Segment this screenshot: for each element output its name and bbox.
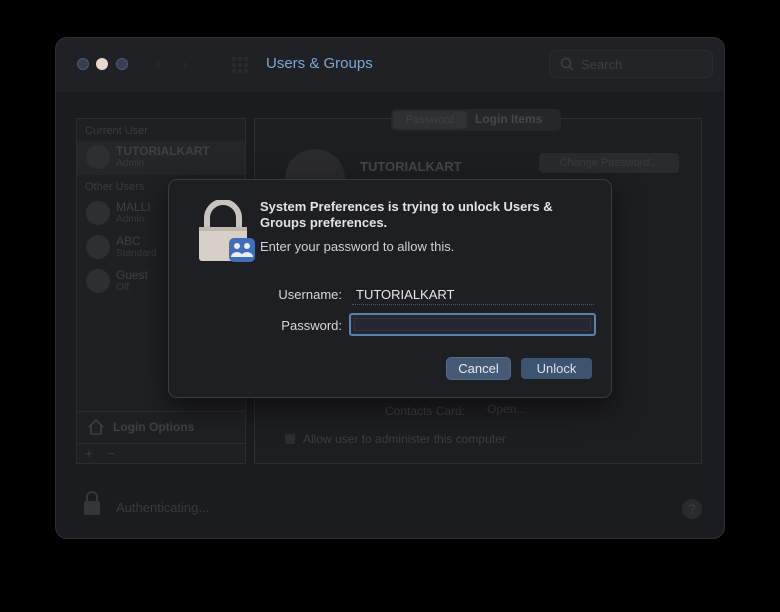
cancel-button[interactable]: Cancel (447, 358, 510, 379)
zoom-button[interactable] (116, 58, 128, 70)
admin-checkbox[interactable]: Allow user to administer this computer (285, 432, 506, 446)
contacts-card-label: Contacts Card: (385, 404, 466, 418)
show-all-grid-icon[interactable] (232, 57, 248, 73)
lock-icon[interactable] (82, 490, 102, 516)
title-bar: ‹ › Users & Groups Search (56, 38, 724, 92)
add-remove-bar: + − (77, 443, 245, 463)
minimize-button[interactable] (96, 58, 108, 70)
window-title: Users & Groups (266, 55, 373, 72)
remove-user-button[interactable]: − (107, 446, 115, 461)
login-options-label: Login Options (113, 420, 195, 434)
avatar (86, 201, 110, 225)
avatar (86, 235, 110, 259)
tab-password[interactable]: Password (393, 111, 467, 129)
tab-control: Password Login Items (391, 109, 561, 131)
user-name: TUTORIALKART (116, 144, 210, 158)
username-field[interactable] (352, 285, 594, 305)
admin-checkbox-label: Allow user to administer this computer (303, 432, 506, 446)
add-user-button[interactable]: + (85, 446, 93, 461)
change-password-button[interactable]: Change Password... (539, 153, 679, 173)
current-user-label: Current User (85, 125, 148, 137)
avatar (86, 269, 110, 293)
help-button[interactable]: ? (682, 499, 702, 519)
user-role: Off (116, 282, 130, 293)
house-icon (88, 418, 104, 435)
forward-arrow-icon[interactable]: › (182, 56, 200, 74)
user-name: MALLI (116, 200, 151, 214)
user-name: ABC (116, 234, 141, 248)
search-icon (560, 57, 574, 71)
user-role: Standard (116, 248, 157, 259)
user-role: Admin (116, 214, 145, 225)
password-label: Password: (281, 318, 342, 333)
dialog-subtitle: Enter your password to allow this. (260, 239, 455, 254)
unlock-dialog: System Preferences is trying to unlock U… (168, 179, 612, 398)
search-placeholder: Search (581, 57, 623, 72)
open-contacts-button[interactable]: Open... (487, 402, 526, 416)
status-text: Authenticating... (116, 500, 210, 515)
tab-login-items[interactable]: Login Items (475, 112, 542, 126)
close-button[interactable] (77, 58, 89, 70)
sidebar-user-current[interactable]: TUTORIALKART Admin (77, 141, 245, 175)
password-input-area[interactable] (354, 318, 591, 331)
selected-user-name: TUTORIALKART (360, 159, 462, 174)
lock-icon (199, 200, 255, 262)
dialog-title: System Preferences is trying to unlock U… (260, 199, 553, 230)
checkbox-icon (285, 434, 295, 444)
login-options-item[interactable]: Login Options (77, 411, 245, 441)
unlock-button[interactable]: Unlock (521, 358, 592, 379)
other-users-label: Other Users (85, 181, 145, 193)
username-label: Username: (278, 287, 342, 302)
password-field[interactable] (349, 313, 596, 336)
search-field[interactable]: Search (549, 50, 713, 78)
user-name: Guest (116, 268, 149, 282)
user-role: Admin (116, 158, 145, 169)
avatar (86, 145, 110, 169)
back-arrow-icon[interactable]: ‹ (156, 56, 174, 74)
